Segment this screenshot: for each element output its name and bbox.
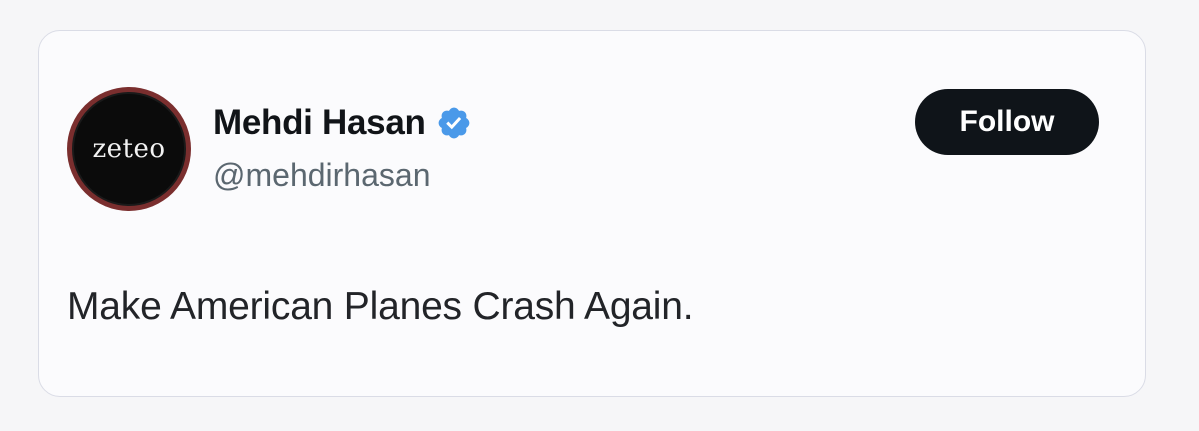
- verified-badge-icon: [436, 105, 472, 141]
- avatar[interactable]: zeteo: [67, 87, 191, 211]
- avatar-logo: zeteo: [72, 92, 186, 206]
- tweet-text: Make American Planes Crash Again.: [67, 285, 694, 328]
- follow-button[interactable]: Follow: [915, 89, 1099, 155]
- avatar-logo-text: zeteo: [92, 134, 166, 164]
- tweet-card[interactable]: zeteo Mehdi Hasan @mehdirhasan Follow Ma…: [38, 30, 1146, 397]
- page: zeteo Mehdi Hasan @mehdirhasan Follow Ma…: [0, 0, 1199, 431]
- author-display-name[interactable]: Mehdi Hasan: [213, 103, 426, 143]
- author-handle[interactable]: @mehdirhasan: [213, 157, 430, 194]
- author-name-row: Mehdi Hasan: [213, 103, 472, 143]
